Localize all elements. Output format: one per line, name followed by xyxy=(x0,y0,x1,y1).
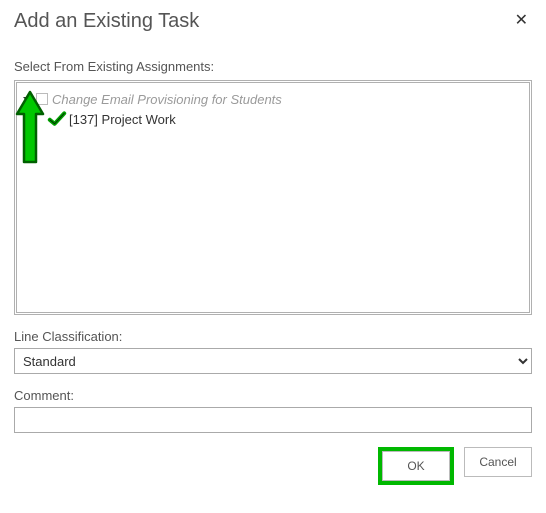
tree-row[interactable]: [137] Project Work xyxy=(23,109,523,129)
button-row: OK Cancel xyxy=(14,447,532,485)
dialog-title: Add an Existing Task xyxy=(14,10,199,33)
tree-item-label: [137] Project Work xyxy=(69,112,176,127)
checkbox-parent[interactable] xyxy=(36,93,48,105)
ok-highlight: OK xyxy=(378,447,454,485)
chevron-down-icon[interactable] xyxy=(23,97,33,103)
ok-button[interactable]: OK xyxy=(382,451,450,481)
tree-row[interactable]: Change Email Provisioning for Students xyxy=(23,89,523,109)
dialog-header: Add an Existing Task ✕ xyxy=(14,10,532,33)
tree-item-label: Change Email Provisioning for Students xyxy=(52,92,282,107)
assignments-tree: Change Email Provisioning for Students [… xyxy=(14,80,532,315)
comment-input[interactable] xyxy=(14,407,532,433)
line-classification-label: Line Classification: xyxy=(14,329,532,344)
cancel-button[interactable]: Cancel xyxy=(464,447,532,477)
comment-label: Comment: xyxy=(14,388,532,403)
add-existing-task-dialog: Add an Existing Task ✕ Select From Exist… xyxy=(0,0,546,495)
line-classification-select[interactable]: Standard xyxy=(14,348,532,374)
checkmark-icon xyxy=(47,111,67,127)
close-icon[interactable]: ✕ xyxy=(511,10,532,30)
assignments-label: Select From Existing Assignments: xyxy=(14,59,532,74)
